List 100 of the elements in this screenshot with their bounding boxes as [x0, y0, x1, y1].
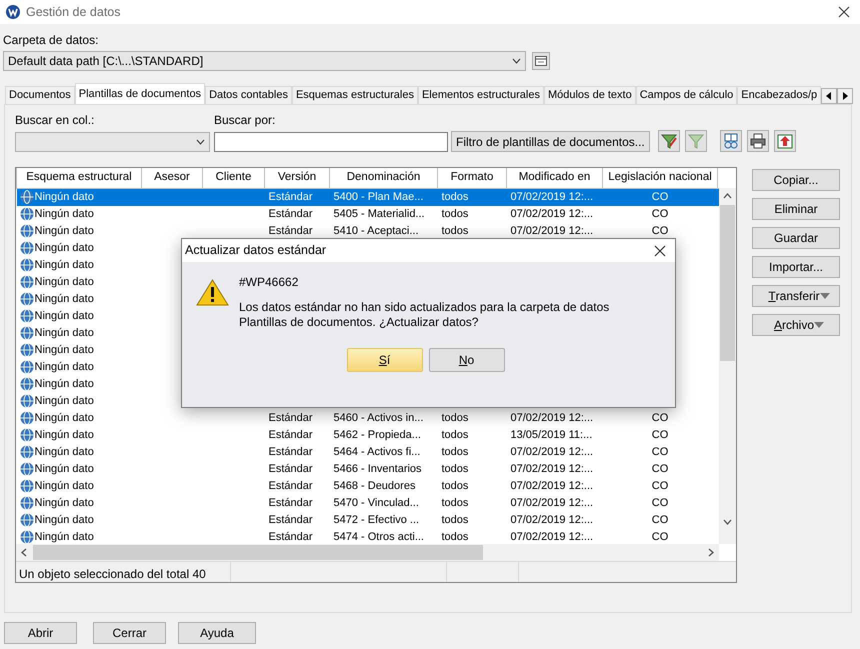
table-cell: Estándar: [268, 480, 313, 492]
table-cell[interactable]: Ningún dato: [34, 410, 94, 426]
table-cell: 07/02/2019 12:...: [510, 412, 594, 424]
tab[interactable]: Elementos estructurales: [418, 86, 544, 104]
column-header[interactable]: Denominación: [330, 168, 438, 188]
field-label: Buscar por:: [214, 112, 276, 129]
globe-icon: [20, 530, 34, 544]
table-cell: 07/02/2019 12:...: [510, 496, 594, 508]
table-cell: Estándar: [268, 224, 313, 236]
table-cell: CO: [652, 462, 668, 474]
column-header[interactable]: Cliente: [202, 168, 264, 188]
table-cell[interactable]: Ningún dato: [34, 222, 94, 240]
table-cell: Estándar: [268, 428, 313, 440]
side-button[interactable]: Guardar: [752, 227, 840, 249]
table-cell: 5468 - Deudores: [334, 480, 416, 492]
filter-edit-icon[interactable]: [660, 132, 678, 150]
dialog-button[interactable]: No: [428, 348, 504, 372]
scroll-thumb[interactable]: [33, 545, 483, 560]
scroll-left-icon[interactable]: [821, 88, 838, 104]
column-header[interactable]: Formato: [438, 168, 506, 188]
table-cell[interactable]: Ningún dato: [34, 392, 94, 410]
table-cell[interactable]: Ningún dato: [34, 274, 94, 290]
table-cell: 5410 - Aceptaci...: [334, 224, 418, 236]
tab[interactable]: Datos contables: [205, 86, 292, 104]
app-logo-icon: [6, 5, 20, 19]
table-cell: todos: [442, 496, 468, 508]
table-cell: todos: [442, 446, 468, 458]
column-header[interactable]: Versión: [264, 168, 330, 188]
table-cell[interactable]: Ningún dato: [34, 358, 94, 376]
caret-down-icon: [814, 322, 824, 328]
table-cell: CO: [652, 208, 668, 220]
table-cell[interactable]: Ningún dato: [34, 342, 94, 358]
scroll-right-icon[interactable]: [837, 88, 854, 104]
mnemonic-underline: N: [458, 353, 468, 367]
table-cell[interactable]: Ningún dato: [34, 376, 94, 392]
globe-icon: [20, 224, 34, 238]
filter-button[interactable]: Filtro de plantillas de documentos...: [451, 131, 650, 152]
table-cell[interactable]: Ningún dato: [34, 444, 94, 460]
table-cell: CO: [652, 446, 668, 458]
globe-icon: [20, 479, 34, 493]
table-cell: 07/02/2019 12:...: [510, 446, 594, 458]
window-title: Gestión de datos: [26, 4, 121, 21]
table-cell: Estándar: [268, 514, 313, 526]
side-button[interactable]: Copiar...: [752, 169, 840, 191]
tab[interactable]: Documentos: [5, 86, 75, 104]
table-cell: CO: [652, 412, 668, 424]
dropdown-button[interactable]: Transferir: [752, 285, 840, 307]
data-folder-dropdown[interactable]: Default data path [C:\...\STANDARD]: [3, 51, 526, 71]
table-cell: Estándar: [268, 446, 313, 458]
table-cell[interactable]: Ningún dato: [34, 308, 94, 324]
table-cell: CO: [652, 428, 668, 440]
close-icon[interactable]: [838, 6, 850, 18]
table-cell[interactable]: Ningún dato: [34, 494, 94, 512]
table-cell[interactable]: Ningún dato: [34, 240, 94, 256]
table-cell: todos: [442, 514, 468, 526]
table-cell[interactable]: Ningún dato: [34, 290, 94, 308]
table-cell: Estándar: [268, 190, 313, 202]
field-label: Carpeta de datos:: [3, 32, 100, 49]
column-header[interactable]: Asesor: [142, 168, 202, 188]
table-cell[interactable]: Ningún dato: [34, 460, 94, 478]
dialog-title: Actualizar datos estándar: [185, 242, 326, 260]
search-field[interactable]: [214, 132, 448, 152]
tab[interactable]: Encabezados/p: [737, 86, 822, 104]
table-cell[interactable]: Ningún dato: [34, 512, 94, 528]
dialog-button[interactable]: Sí: [346, 348, 422, 372]
scroll-thumb[interactable]: [720, 205, 735, 361]
column-header[interactable]: Modificado en: [506, 168, 602, 188]
globe-icon: [20, 207, 34, 221]
vertical-scrollbar[interactable]: [719, 188, 736, 544]
table-cell[interactable]: Ningún dato: [34, 206, 94, 222]
tab[interactable]: Plantillas de documentos: [74, 83, 206, 104]
tab[interactable]: Campos de cálculo: [636, 86, 738, 104]
side-button[interactable]: Importar...: [752, 256, 840, 278]
globe-icon: [20, 428, 34, 442]
mnemonic-underline: S: [378, 353, 387, 367]
table-cell: CO: [652, 530, 668, 542]
table-cell: todos: [442, 190, 468, 202]
print-icon[interactable]: [748, 132, 767, 150]
bottom-button[interactable]: Ayuda: [178, 622, 256, 644]
browse-button[interactable]: [532, 52, 550, 70]
table-cell: 5466 - Inventarios: [334, 462, 422, 474]
grid-settings-icon[interactable]: [722, 132, 740, 150]
bottom-button[interactable]: Cerrar: [93, 622, 166, 644]
close-icon[interactable]: [654, 244, 666, 256]
dropdown-button[interactable]: Archivo: [752, 314, 840, 336]
bottom-button[interactable]: Abrir: [4, 622, 77, 644]
globe-icon: [20, 292, 34, 306]
tab[interactable]: Esquemas estructurales: [292, 86, 418, 104]
horizontal-scrollbar[interactable]: [16, 544, 719, 561]
table-cell[interactable]: Ningún dato: [34, 528, 94, 544]
side-button[interactable]: Eliminar: [752, 198, 840, 220]
table-cell: 07/02/2019 12:...: [510, 530, 594, 542]
table-cell[interactable]: Ningún dato: [34, 478, 94, 494]
table-cell[interactable]: Ningún dato: [34, 426, 94, 444]
export-icon[interactable]: [776, 132, 794, 150]
column-header[interactable]: Esquema estructural: [16, 168, 142, 188]
tab[interactable]: Módulos de texto: [544, 86, 636, 104]
table-cell[interactable]: Ningún dato: [34, 324, 94, 342]
table-cell[interactable]: Ningún dato: [34, 256, 94, 274]
column-header[interactable]: Legislación nacional: [602, 168, 718, 188]
